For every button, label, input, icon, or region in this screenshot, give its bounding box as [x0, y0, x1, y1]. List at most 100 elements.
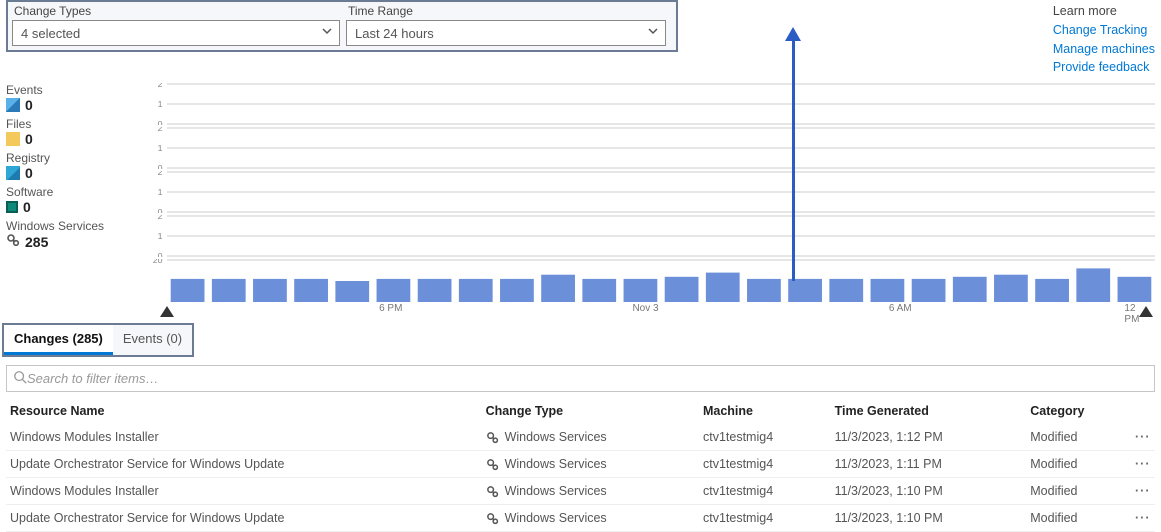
cell-category: Modified: [1026, 451, 1131, 478]
time-range-label: Time Range: [346, 2, 666, 20]
cell-category: Modified: [1026, 424, 1131, 451]
folder-icon: [6, 132, 20, 146]
col-machine[interactable]: Machine: [699, 398, 831, 424]
svg-text:20: 20: [153, 259, 163, 265]
cell-time: 11/3/2023, 1:10 PM: [831, 505, 1027, 532]
charts-column: 0 1 2 0 1 2 0 1 2 0 1 2 20 6 PM Nov 3 6 AM 12 PM: [136, 83, 1155, 319]
cell-category: Modified: [1026, 505, 1131, 532]
learn-more-title: Learn more: [1053, 2, 1155, 21]
chart-registry[interactable]: 0 1 2: [136, 171, 1155, 213]
summary-software-value: 0: [23, 199, 31, 215]
summary-registry-value: 0: [25, 165, 33, 181]
table-row[interactable]: Update Orchestrator Service for Windows …: [6, 451, 1155, 478]
search-icon: [13, 370, 27, 387]
change-types-value: 4 selected: [21, 26, 80, 41]
cell-machine: ctv1testmig4: [699, 478, 831, 505]
cell-resource-name: Windows Modules Installer: [6, 424, 482, 451]
chevron-down-icon: [647, 25, 659, 40]
svg-text:2: 2: [158, 171, 163, 177]
chart-xaxis: 6 PM Nov 3 6 AM 12 PM: [136, 303, 1155, 319]
svg-text:1: 1: [158, 231, 163, 240]
svg-text:1: 1: [158, 143, 163, 152]
summary-files-label: Files: [6, 117, 136, 131]
row-more-button[interactable]: ···: [1135, 511, 1151, 525]
results-table: Resource Name Change Type Machine Time G…: [6, 398, 1155, 532]
cell-resource-name: Update Orchestrator Service for Windows …: [6, 451, 482, 478]
xtick: 6 AM: [889, 303, 912, 314]
time-range-select[interactable]: Last 24 hours: [346, 20, 666, 46]
table-row[interactable]: Windows Modules Installer Windows Servic…: [6, 478, 1155, 505]
change-types-select[interactable]: 4 selected: [12, 20, 340, 46]
summary-files[interactable]: Files 0: [6, 117, 136, 147]
services-icon: [6, 233, 20, 250]
chevron-down-icon: [321, 25, 333, 40]
chart-services[interactable]: 20: [136, 259, 1155, 303]
table-row[interactable]: Windows Modules Installer Windows Servic…: [6, 424, 1155, 451]
cell-category: Modified: [1026, 478, 1131, 505]
col-change-type[interactable]: Change Type: [482, 398, 699, 424]
link-change-tracking[interactable]: Change Tracking: [1053, 21, 1155, 40]
xtick: 6 PM: [379, 303, 402, 314]
events-icon: [6, 98, 20, 112]
cell-time: 11/3/2023, 1:10 PM: [831, 478, 1027, 505]
svg-text:0: 0: [158, 119, 163, 125]
tabs: Changes (285) Events (0): [2, 323, 194, 357]
svg-text:2: 2: [158, 83, 163, 89]
chart-files[interactable]: 0 1 2: [136, 127, 1155, 169]
change-types-label: Change Types: [12, 2, 340, 20]
search-box[interactable]: [6, 365, 1155, 392]
summary-services-value: 285: [25, 234, 48, 250]
row-more-button[interactable]: ···: [1135, 457, 1151, 471]
xtick: 12 PM: [1124, 303, 1144, 325]
table-header-row: Resource Name Change Type Machine Time G…: [6, 398, 1155, 424]
summary-registry[interactable]: Registry 0: [6, 151, 136, 181]
xtick: Nov 3: [632, 303, 658, 314]
summary-services[interactable]: Windows Services 285: [6, 219, 136, 250]
cell-time: 11/3/2023, 1:12 PM: [831, 424, 1027, 451]
chart-software[interactable]: 0 1 2: [136, 215, 1155, 257]
row-more-button[interactable]: ···: [1135, 430, 1151, 444]
cell-change-type: Windows Services: [482, 478, 699, 505]
svg-text:0: 0: [158, 163, 163, 169]
change-types-filter: Change Types 4 selected: [12, 2, 340, 46]
cell-machine: ctv1testmig4: [699, 505, 831, 532]
summary-software-label: Software: [6, 185, 136, 199]
cell-resource-name: Windows Modules Installer: [6, 478, 482, 505]
summary-events-value: 0: [25, 97, 33, 113]
col-resource-name[interactable]: Resource Name: [6, 398, 482, 424]
chart-events[interactable]: 0 1 2: [136, 83, 1155, 125]
svg-text:2: 2: [158, 215, 163, 221]
row-more-button[interactable]: ···: [1135, 484, 1151, 498]
cell-machine: ctv1testmig4: [699, 424, 831, 451]
search-input[interactable]: [27, 371, 1148, 386]
svg-text:0: 0: [158, 251, 163, 257]
tab-changes[interactable]: Changes (285): [4, 325, 113, 355]
link-manage-machines[interactable]: Manage machines: [1053, 40, 1155, 59]
summary-services-label: Windows Services: [6, 219, 136, 233]
tab-events[interactable]: Events (0): [113, 325, 192, 355]
filter-panel: Change Types 4 selected Time Range Last …: [6, 0, 678, 52]
svg-text:1: 1: [158, 187, 163, 196]
col-time-generated[interactable]: Time Generated: [831, 398, 1027, 424]
cell-change-type: Windows Services: [482, 505, 699, 532]
table-row[interactable]: Update Orchestrator Service for Windows …: [6, 505, 1155, 532]
summary-files-value: 0: [25, 131, 33, 147]
summary-software[interactable]: Software 0: [6, 185, 136, 215]
svg-text:2: 2: [158, 127, 163, 133]
cell-machine: ctv1testmig4: [699, 451, 831, 478]
software-icon: [6, 201, 18, 213]
link-provide-feedback[interactable]: Provide feedback: [1053, 58, 1155, 77]
svg-text:1: 1: [158, 99, 163, 108]
cell-change-type: Windows Services: [482, 451, 699, 478]
summary-events[interactable]: Events 0: [6, 83, 136, 113]
cell-resource-name: Update Orchestrator Service for Windows …: [6, 505, 482, 532]
registry-icon: [6, 166, 20, 180]
svg-text:0: 0: [158, 207, 163, 213]
col-category[interactable]: Category: [1026, 398, 1131, 424]
cell-time: 11/3/2023, 1:11 PM: [831, 451, 1027, 478]
summary-registry-label: Registry: [6, 151, 136, 165]
time-range-filter: Time Range Last 24 hours: [346, 2, 666, 46]
time-range-value: Last 24 hours: [355, 26, 434, 41]
learn-more-panel: Learn more Change Tracking Manage machin…: [1053, 0, 1155, 77]
cell-change-type: Windows Services: [482, 424, 699, 451]
